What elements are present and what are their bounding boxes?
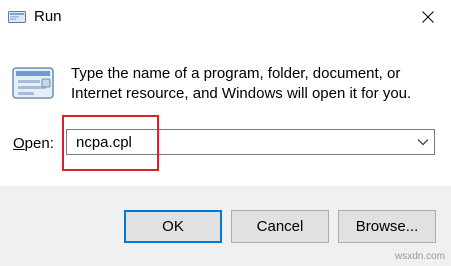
description-line-1: Type the name of a program, folder, docu… [71,65,401,82]
title-bar[interactable]: Run [0,0,451,34]
open-label-text: pen: [24,135,54,152]
window-title: Run [34,8,62,25]
dialog-body: Type the name of a program, folder, docu… [0,34,451,186]
dialog-description: Type the name of a program, folder, docu… [71,64,441,104]
run-dialog: Run Type the name of a program, folder, … [0,0,451,266]
run-app-icon [12,67,54,99]
cancel-button[interactable]: Cancel [231,210,329,243]
ok-button[interactable]: OK [124,210,222,243]
open-input[interactable] [67,130,407,154]
button-bar: OK Cancel Browse... wsxdn.com [0,186,451,266]
open-label: Open: [13,135,54,153]
chevron-down-icon[interactable] [416,135,430,149]
description-line-2: Internet resource, and Windows will open… [71,85,412,102]
watermark-text: wsxdn.com [394,251,445,262]
close-button[interactable] [405,0,451,34]
open-combobox[interactable] [66,129,435,155]
browse-button[interactable]: Browse... [338,210,436,243]
close-icon [422,11,434,23]
open-label-accelerator: O [13,135,25,152]
run-icon [8,11,26,23]
